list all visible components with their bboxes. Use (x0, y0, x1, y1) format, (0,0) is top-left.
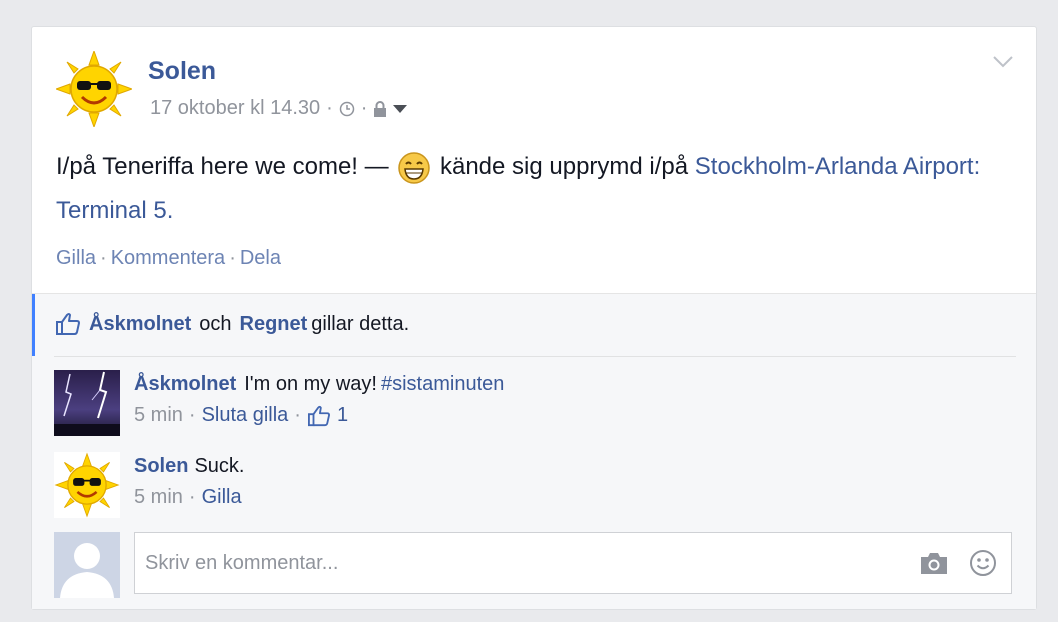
comment-hashtag-link[interactable]: #sistaminuten (381, 373, 504, 396)
action-separator: · (100, 247, 107, 269)
emoji-icon[interactable] (969, 549, 997, 577)
comment-text: Suck. (194, 454, 245, 477)
clock-icon (339, 101, 355, 116)
comment-item: Åskmolnet I'm on my way! #sistaminuten 5… (54, 370, 504, 436)
privacy-dropdown-icon[interactable] (393, 104, 408, 114)
comment-body: Åskmolnet I'm on my way! #sistaminuten 5… (134, 370, 504, 436)
comment-text: I'm on my way! (244, 372, 377, 395)
current-user-avatar (54, 532, 120, 598)
comment-author[interactable]: Åskmolnet (134, 373, 236, 396)
like-link[interactable]: Gilla (56, 247, 96, 269)
comment-time[interactable]: 5 min (134, 486, 183, 509)
post-text: I/på Teneriffa here we come! — kände sig… (56, 145, 1026, 233)
likes-summary: Åskmolnet och Regnet gillar detta. (32, 294, 1036, 356)
likes-suffix: gillar detta. (311, 312, 410, 335)
post-author[interactable]: Solen (148, 57, 216, 86)
liker-2[interactable]: Regnet (240, 313, 308, 336)
post-meta: 17 oktober kl 14.30 · · (150, 97, 408, 120)
post-timestamp[interactable]: 17 oktober kl 14.30 (150, 97, 320, 120)
comment-item: Solen Suck. 5 min · Gilla (54, 452, 244, 518)
comment-meta: 5 min · Gilla (134, 486, 244, 509)
post-feeling: kände sig upprymd i/på (439, 153, 689, 180)
post-card: Solen 17 oktober kl 14.30 · · I/på Tener… (31, 26, 1037, 610)
comment-like-count[interactable]: 1 (337, 404, 348, 427)
lock-icon[interactable] (373, 100, 387, 117)
default-avatar-icon (60, 543, 114, 598)
likes-summary-content: Åskmolnet och Regnet gillar detta. (55, 312, 409, 336)
comment-line: Solen Suck. (134, 452, 244, 480)
post-options-chevron-icon[interactable] (992, 55, 1014, 69)
thumbs-up-icon (56, 313, 80, 335)
comments-section: Åskmolnet och Regnet gillar detta. Åskmo… (32, 293, 1036, 609)
likes-conjunction: och (199, 312, 232, 335)
comment-input[interactable] (145, 549, 905, 577)
comment-time[interactable]: 5 min (134, 404, 183, 427)
post-actions: Gilla · Kommentera · Dela (56, 247, 281, 270)
unlike-link[interactable]: Sluta gilla (202, 404, 289, 427)
commenter-avatar[interactable] (54, 452, 120, 518)
action-separator: · (229, 247, 236, 269)
comment-body: Solen Suck. 5 min · Gilla (134, 452, 244, 518)
grinning-emoji-icon (398, 151, 431, 184)
camera-icon[interactable] (919, 550, 949, 576)
meta-dot: · (294, 404, 301, 426)
comment-author[interactable]: Solen (134, 455, 188, 478)
meta-dot: · (188, 486, 196, 508)
comment-composer (54, 532, 1012, 598)
meta-dot: · (360, 97, 368, 119)
comment-input-box[interactable] (134, 532, 1012, 594)
commenter-avatar[interactable] (54, 370, 120, 436)
meta-dot: · (188, 404, 196, 426)
comment-line: Åskmolnet I'm on my way! #sistaminuten (134, 370, 504, 398)
meta-dot: · (326, 97, 333, 119)
post-message: I/på Teneriffa here we come! — (56, 153, 389, 180)
comment-meta: 5 min · Sluta gilla · 1 (134, 404, 504, 427)
author-avatar[interactable] (56, 51, 132, 127)
divider (54, 356, 1016, 357)
comment-link[interactable]: Kommentera (111, 247, 226, 269)
liker-1[interactable]: Åskmolnet (89, 313, 191, 336)
share-link[interactable]: Dela (240, 247, 281, 269)
comment-like-icon[interactable] (307, 405, 331, 427)
comment-like-link[interactable]: Gilla (202, 486, 242, 509)
